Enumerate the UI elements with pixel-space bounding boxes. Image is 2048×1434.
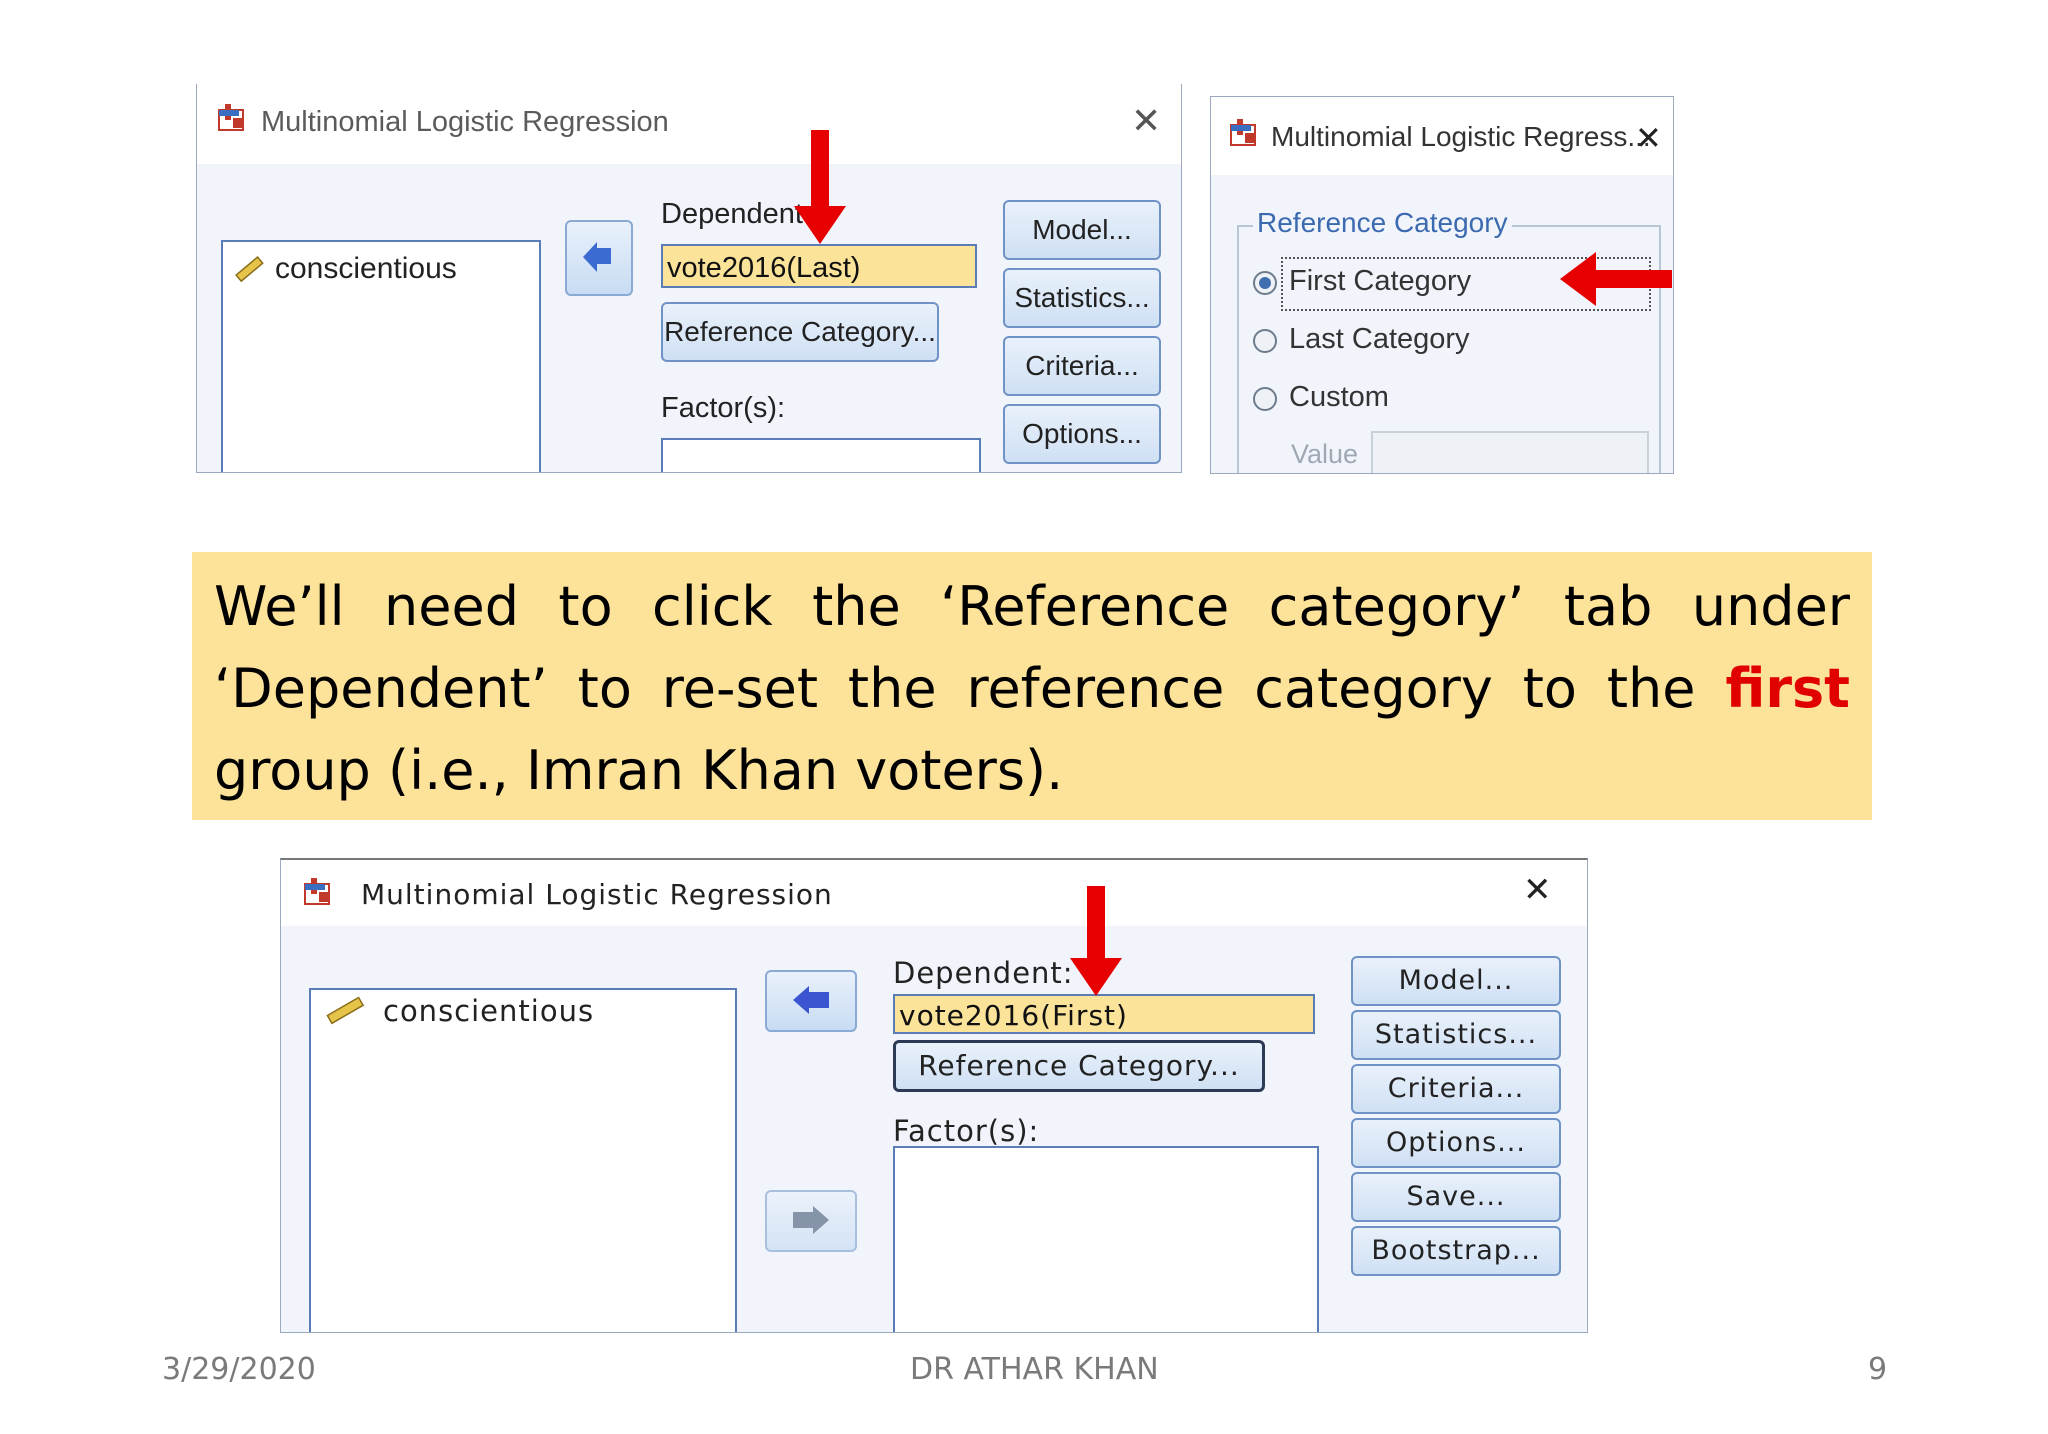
dependent-label: Dependent: bbox=[661, 198, 811, 230]
scale-variable-icon bbox=[326, 996, 365, 1025]
close-icon[interactable]: ✕ bbox=[1523, 870, 1552, 910]
reference-category-button[interactable]: Reference Category... bbox=[893, 1040, 1265, 1092]
variable-item[interactable]: conscientious bbox=[275, 252, 457, 286]
footer-page-number: 9 bbox=[1868, 1352, 1888, 1387]
factors-list[interactable] bbox=[661, 438, 981, 472]
reference-category-button[interactable]: Reference Category... bbox=[661, 302, 939, 362]
custom-radio[interactable] bbox=[1253, 387, 1277, 411]
spss-app-icon bbox=[304, 878, 330, 905]
bootstrap-button[interactable]: Bootstrap... bbox=[1351, 1226, 1561, 1276]
variable-list[interactable]: conscientious bbox=[221, 240, 541, 472]
callout-text-after: group (i.e., Imran Khan voters). bbox=[214, 739, 1064, 802]
callout-text-before: We’ll need to click the ‘Reference categ… bbox=[214, 575, 1850, 720]
value-label: Value bbox=[1291, 439, 1359, 469]
move-to-factors-button[interactable] bbox=[765, 1190, 857, 1252]
last-category-label[interactable]: Last Category bbox=[1289, 323, 1470, 356]
spss-app-icon bbox=[218, 104, 244, 131]
dependent-field[interactable]: vote2016(First) bbox=[893, 994, 1315, 1034]
top-dialog-titlebar: Multinomial Logistic Regression ✕ bbox=[197, 84, 1181, 164]
criteria-button[interactable]: Criteria... bbox=[1351, 1064, 1561, 1114]
statistics-button[interactable]: Statistics... bbox=[1003, 268, 1161, 328]
model-button[interactable]: Model... bbox=[1003, 200, 1161, 260]
variable-item[interactable]: conscientious bbox=[383, 994, 594, 1028]
instruction-callout: We’ll need to click the ‘Reference categ… bbox=[192, 552, 1872, 820]
options-button[interactable]: Options... bbox=[1003, 404, 1161, 464]
red-arrow-down-2 bbox=[1070, 886, 1122, 996]
save-button[interactable]: Save... bbox=[1351, 1172, 1561, 1222]
move-to-dependent-button[interactable] bbox=[565, 220, 633, 296]
statistics-button[interactable]: Statistics... bbox=[1351, 1010, 1561, 1060]
last-category-radio[interactable] bbox=[1253, 329, 1277, 353]
footer-date: 3/29/2020 bbox=[162, 1352, 316, 1387]
variable-list[interactable]: conscientious bbox=[309, 988, 737, 1332]
move-to-dependent-button[interactable] bbox=[765, 970, 857, 1032]
bottom-dialog-titlebar: Multinomial Logistic Regression ✕ bbox=[281, 860, 1587, 926]
value-input[interactable] bbox=[1371, 431, 1649, 473]
dependent-label: Dependent: bbox=[893, 956, 1074, 990]
footer-author: DR ATHAR KHAN bbox=[910, 1352, 1159, 1387]
close-icon[interactable]: ✕ bbox=[1635, 119, 1662, 157]
red-arrow-down-1 bbox=[794, 130, 846, 244]
factors-label: Factor(s): bbox=[661, 392, 786, 424]
bottom-dialog-title: Multinomial Logistic Regression bbox=[361, 878, 833, 911]
top-dialog: Multinomial Logistic Regression ✕ consci… bbox=[196, 84, 1182, 473]
callout-highlight: first bbox=[1725, 657, 1850, 720]
dependent-field[interactable]: vote2016(Last) bbox=[661, 244, 977, 288]
factors-label: Factor(s): bbox=[893, 1114, 1040, 1148]
reference-category-group-label: Reference Category bbox=[1253, 207, 1512, 239]
red-arrow-left bbox=[1560, 252, 1672, 306]
bottom-dialog: Multinomial Logistic Regression ✕ consci… bbox=[280, 858, 1588, 1333]
scale-variable-icon bbox=[235, 256, 264, 283]
ref-dialog-titlebar: Multinomial Logistic Regress... ✕ bbox=[1211, 97, 1673, 175]
close-icon[interactable]: ✕ bbox=[1131, 100, 1161, 142]
criteria-button[interactable]: Criteria... bbox=[1003, 336, 1161, 396]
spss-app-icon bbox=[1230, 119, 1256, 146]
ref-dialog-title: Multinomial Logistic Regress... bbox=[1271, 121, 1651, 152]
arrow-left-icon bbox=[793, 986, 829, 1014]
options-button[interactable]: Options... bbox=[1351, 1118, 1561, 1168]
arrow-right-icon bbox=[793, 1206, 829, 1234]
factors-list[interactable] bbox=[893, 1146, 1319, 1332]
first-category-radio[interactable] bbox=[1253, 271, 1277, 295]
arrow-left-icon bbox=[583, 242, 611, 272]
first-category-label[interactable]: First Category bbox=[1289, 265, 1471, 298]
top-dialog-title: Multinomial Logistic Regression bbox=[261, 106, 669, 138]
model-button[interactable]: Model... bbox=[1351, 956, 1561, 1006]
custom-label[interactable]: Custom bbox=[1289, 381, 1389, 414]
